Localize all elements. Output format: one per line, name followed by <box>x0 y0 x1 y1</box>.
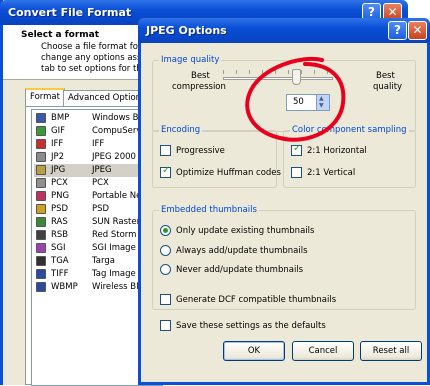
progressive-label: Progressive <box>176 146 225 156</box>
quality-value[interactable]: 50 <box>293 97 304 107</box>
slider-tick <box>249 70 250 74</box>
best-quality-label: quality <box>373 82 403 92</box>
slider-tick <box>236 70 237 74</box>
png-icon <box>36 191 46 201</box>
format-description: PSD <box>92 204 110 214</box>
ras-icon <box>36 217 46 227</box>
format-code: JPG <box>51 165 66 175</box>
dcf-checkbox[interactable] <box>160 294 171 305</box>
progressive-checkbox[interactable] <box>160 145 171 156</box>
format-tab-panel: BMP Windows Bitma GIF CompuServe G IFF IFF JP2… <box>25 106 163 386</box>
spin-down-icon[interactable]: ▼ <box>319 102 324 109</box>
always-add-label: Always add/update thumbnails <box>176 246 308 256</box>
pcx-icon <box>36 178 46 188</box>
iff-icon <box>36 139 46 149</box>
format-code: RAS <box>51 217 68 227</box>
tab-format[interactable]: Format <box>25 88 65 106</box>
image-quality-label: Image quality <box>159 55 222 65</box>
slider-tick <box>327 70 328 74</box>
slider-tick <box>301 70 302 74</box>
close-icon[interactable]: ✕ <box>408 21 427 40</box>
thumbnails-label: Embedded thumbnails <box>159 205 259 215</box>
tiff-icon <box>36 269 46 279</box>
back-window-title: Convert File Format <box>8 6 132 19</box>
format-code: JP2 <box>51 152 65 162</box>
header-description-line: tab to set options for this <box>41 64 149 74</box>
only-update-radio[interactable] <box>160 225 171 236</box>
only-update-label: Only update existing thumbnails <box>176 226 315 236</box>
format-code: TGA <box>51 256 69 266</box>
format-code: GIF <box>51 126 65 136</box>
gif-icon <box>36 126 46 136</box>
format-code: BMP <box>51 113 70 123</box>
format-code: SGI <box>51 243 66 253</box>
reset-all-button[interactable]: Reset all <box>360 341 422 361</box>
color-sampling-label: Color component sampling <box>290 125 409 135</box>
slider-tick <box>275 70 276 74</box>
save-defaults-checkbox[interactable] <box>160 320 171 331</box>
encoding-label: Encoding <box>159 125 203 135</box>
sgi-icon <box>36 243 46 253</box>
wbmp-icon <box>36 282 46 292</box>
spin-up-icon[interactable]: ▲ <box>319 95 324 102</box>
slider-tick <box>262 70 263 74</box>
cancel-button[interactable]: Cancel <box>292 341 354 361</box>
quality-slider-thumb[interactable] <box>292 69 301 85</box>
jpg-icon <box>36 165 46 175</box>
vertical-sampling-label: 2:1 Vertical <box>307 168 356 178</box>
format-description: SGI Image <box>92 243 136 253</box>
always-add-radio[interactable] <box>160 245 171 256</box>
format-code: PCX <box>51 178 68 188</box>
slider-tick <box>314 70 315 74</box>
rsb-icon <box>36 230 46 240</box>
quality-slider-track[interactable] <box>223 77 333 80</box>
slider-tick <box>223 70 224 74</box>
save-defaults-label: Save these settings as the defaults <box>176 321 326 331</box>
horizontal-sampling-checkbox[interactable] <box>291 143 302 156</box>
dialog-titlebar[interactable]: JPEG Options ? ✕ <box>138 18 430 43</box>
spinner-buttons[interactable]: ▲ ▼ <box>316 95 329 110</box>
format-description: Targa <box>92 256 115 266</box>
tga-icon <box>36 256 46 266</box>
never-add-radio[interactable] <box>160 264 171 275</box>
best-quality-label: Best <box>376 71 395 81</box>
encoding-group: Encoding <box>152 125 277 188</box>
horizontal-sampling-label: 2:1 Horizontal <box>307 146 367 156</box>
format-code: PSD <box>51 204 69 214</box>
jpeg-options-dialog: JPEG Options ? ✕ Image quality Best comp… <box>138 18 430 385</box>
format-description: JPEG <box>92 165 112 175</box>
format-code: IFF <box>51 139 64 149</box>
format-code: TIFF <box>51 269 69 279</box>
vertical-sampling-checkbox[interactable] <box>291 167 302 178</box>
image-quality-group: Image quality Best compression Best qual… <box>152 55 416 132</box>
slider-tick <box>332 70 333 74</box>
optimize-huffman-checkbox[interactable] <box>160 165 171 178</box>
header-title: Select a format <box>21 30 100 40</box>
best-compression-label: Best <box>191 71 210 81</box>
best-compression-label: compression <box>172 82 226 92</box>
psd-icon <box>36 204 46 214</box>
dialog-title: JPEG Options <box>146 24 227 37</box>
dcf-label: Generate DCF compatible thumbnails <box>176 295 337 305</box>
help-icon[interactable]: ? <box>388 21 407 40</box>
jp2-icon <box>36 152 46 162</box>
header-description-line: change any options ass <box>41 53 142 63</box>
optimize-huffman-label: Optimize Huffman codes <box>176 168 281 178</box>
format-description: IFF <box>92 139 105 149</box>
bmp-icon <box>36 113 46 123</box>
format-code: RSB <box>51 230 69 240</box>
format-code: PNG <box>51 191 70 201</box>
format-description: PCX <box>92 178 109 188</box>
color-sampling-group: Color component sampling <box>283 125 416 188</box>
slider-tick <box>288 70 289 74</box>
never-add-label: Never add/update thumbnails <box>176 265 304 275</box>
ok-button[interactable]: OK <box>223 341 285 361</box>
quality-spinner[interactable]: 50 ▲ ▼ <box>286 94 330 111</box>
format-code: WBMP <box>51 282 78 292</box>
